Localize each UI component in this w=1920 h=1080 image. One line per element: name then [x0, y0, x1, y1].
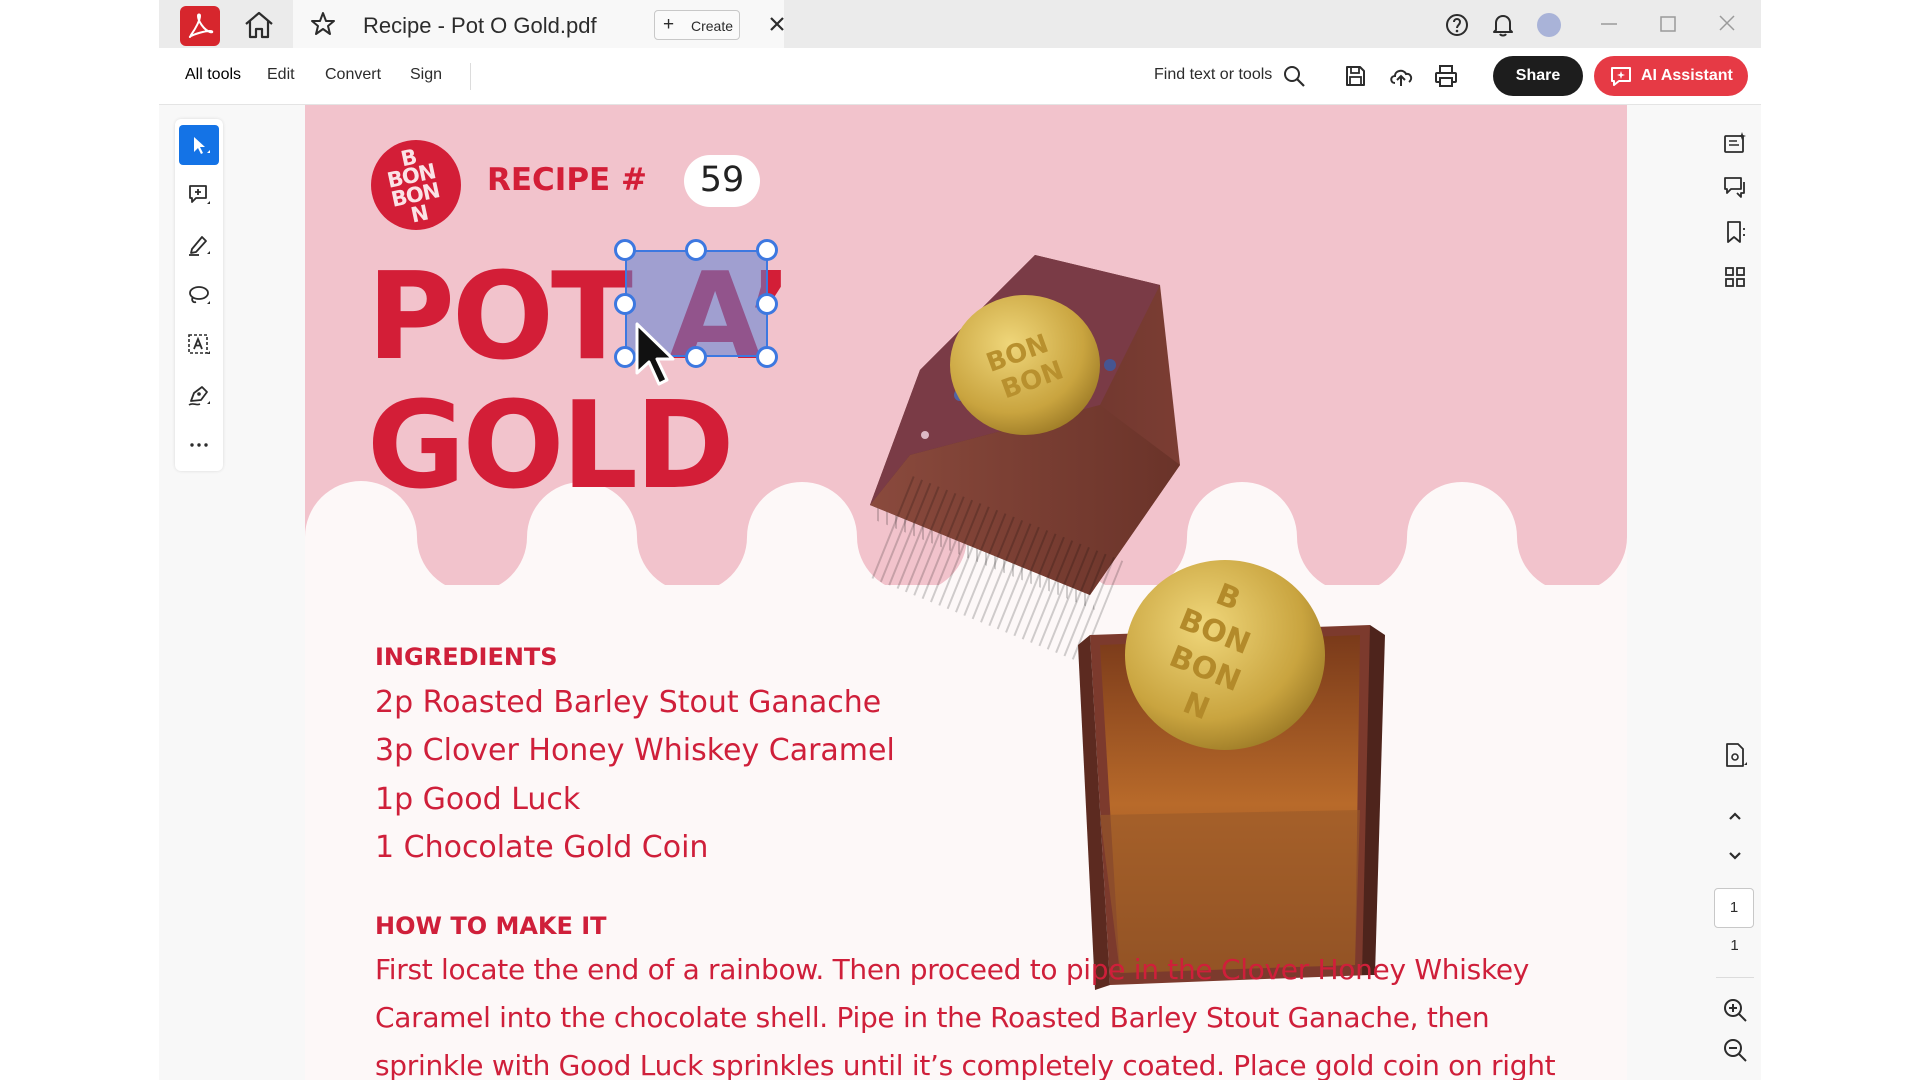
maximize-icon[interactable] [1653, 10, 1683, 38]
title-line-2[interactable]: GOLD [367, 387, 735, 507]
selection-handle-left[interactable] [614, 293, 636, 315]
rail-divider [1716, 977, 1754, 978]
right-rail: 1 1 [1708, 105, 1761, 1080]
main-toolbar: All tools Edit Convert Sign Find text or… [159, 48, 1761, 105]
ai-assistant-icon [1611, 67, 1631, 86]
zoom-out-icon[interactable] [1721, 1036, 1749, 1064]
select-tool[interactable] [179, 125, 219, 165]
ingredient-item: 1p Good Luck [375, 782, 581, 817]
menu-sign[interactable]: Sign [410, 66, 442, 84]
select-arrow-icon [194, 137, 210, 154]
title-bar: Recipe - Pot O Gold.pdf + Create [159, 0, 1761, 48]
mouse-cursor-icon [635, 322, 675, 386]
chevron-up-icon[interactable] [1721, 802, 1749, 830]
minimize-icon[interactable] [1594, 10, 1624, 38]
page-settings-icon[interactable] [1721, 741, 1749, 769]
lasso-tool[interactable] [179, 275, 219, 315]
recipe-number: 59 [684, 155, 760, 207]
create-button[interactable]: + Create [654, 10, 740, 40]
recipe-label: RECIPE # [487, 162, 647, 198]
ingredient-item: 1 Chocolate Gold Coin [375, 830, 709, 865]
menu-convert[interactable]: Convert [325, 66, 381, 84]
home-icon[interactable] [241, 9, 277, 41]
selection-handle-top[interactable] [685, 239, 707, 261]
instruction-line: sprinkle with Good Luck sprinkles until … [375, 1049, 1556, 1080]
cloud-upload-icon[interactable] [1387, 62, 1415, 90]
bell-icon[interactable] [1489, 11, 1517, 39]
selection-handle-bottom-right[interactable] [756, 346, 778, 368]
chevron-down-icon[interactable] [1721, 842, 1749, 870]
bookmark-icon[interactable] [1721, 218, 1749, 246]
selection-handle-bottom[interactable] [685, 346, 707, 368]
ingredients-heading: INGREDIENTS [375, 643, 558, 671]
add-comment-icon [189, 185, 210, 204]
selection-handle-top-left[interactable] [614, 239, 636, 261]
thumbnails-icon[interactable] [1721, 263, 1749, 291]
highlight-pen-icon [189, 236, 210, 256]
lasso-icon [189, 286, 210, 304]
ai-assistant-label: AI Assistant [1641, 67, 1733, 84]
share-button[interactable]: Share [1493, 56, 1583, 96]
text-select-icon [188, 334, 210, 354]
chocolate-bonbons-image: BON BON B BON BON N [868, 255, 1385, 990]
ingredient-item: 3p Clover Honey Whiskey Caramel [375, 733, 895, 768]
star-icon[interactable] [309, 10, 337, 38]
sign-tool[interactable] [179, 375, 219, 415]
acrobat-logo-icon[interactable] [180, 6, 220, 46]
selection-handle-right[interactable] [756, 293, 778, 315]
more-icon [190, 443, 208, 447]
tab-title: Recipe - Pot O Gold.pdf [363, 13, 597, 38]
more-tools[interactable] [179, 425, 219, 465]
selection-handle-top-right[interactable] [756, 239, 778, 261]
menu-all-tools[interactable]: All tools [185, 66, 241, 84]
pdf-page: B BON BON N RECIPE # 59 POT A’ GOLD BON … [305, 105, 1627, 1080]
menu-edit[interactable]: Edit [267, 66, 295, 84]
edit-panel-icon[interactable] [1721, 129, 1749, 157]
total-pages: 1 [1730, 937, 1739, 954]
find-text-or-tools[interactable]: Find text or tools [1154, 66, 1272, 84]
ai-assistant-button[interactable]: AI Assistant [1594, 56, 1748, 96]
highlight-tool[interactable] [179, 225, 219, 265]
print-icon[interactable] [1432, 62, 1460, 90]
left-tools-panel [175, 119, 223, 471]
comments-icon[interactable] [1721, 173, 1749, 201]
ingredient-item: 2p Roasted Barley Stout Ganache [375, 685, 882, 720]
close-icon[interactable] [765, 12, 789, 36]
window-close-icon[interactable] [1712, 10, 1742, 38]
avatar[interactable] [1537, 13, 1561, 37]
acrobat-window: Recipe - Pot O Gold.pdf + Create All too… [159, 0, 1761, 1080]
how-to-heading: HOW TO MAKE IT [375, 912, 607, 940]
help-icon[interactable] [1443, 11, 1471, 39]
instruction-line: First locate the end of a rainbow. Then … [375, 953, 1530, 986]
toolbar-divider [470, 63, 471, 90]
save-icon[interactable] [1341, 62, 1369, 90]
current-page-input[interactable]: 1 [1714, 888, 1754, 928]
bonbon-logo: B BON BON N [371, 140, 461, 230]
search-icon[interactable] [1280, 62, 1308, 90]
create-label: Create [691, 18, 734, 34]
zoom-in-icon[interactable] [1721, 996, 1749, 1024]
plus-icon: + [663, 14, 675, 35]
add-comment-tool[interactable] [179, 175, 219, 215]
text-select-tool[interactable] [179, 325, 219, 365]
sign-pen-icon [188, 386, 210, 406]
instruction-line: Caramel into the chocolate shell. Pipe i… [375, 1001, 1490, 1034]
